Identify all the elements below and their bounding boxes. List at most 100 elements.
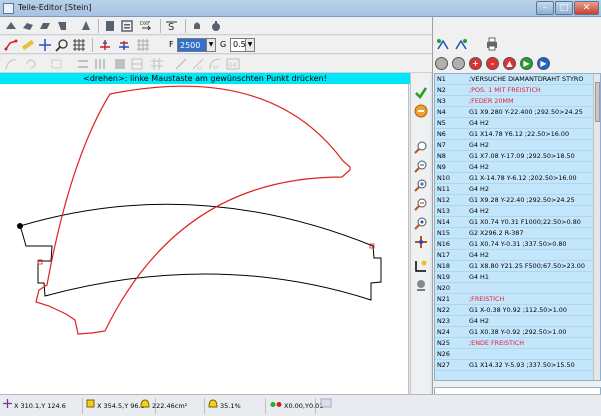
nc-code-row[interactable]: N15 G2 X296.2 R-387 bbox=[435, 228, 595, 239]
play-forward-icon[interactable]: ▶ bbox=[520, 57, 533, 70]
select-rect-icon[interactable] bbox=[50, 57, 64, 71]
close-button[interactable]: ✕ bbox=[574, 1, 599, 15]
start-point-marker bbox=[17, 223, 23, 229]
nc-code-row[interactable]: N10 G1 X-14.78 Y-6.12 ;202.50>16.00 bbox=[435, 173, 595, 184]
nc-code-row[interactable]: N26 bbox=[435, 349, 595, 360]
line-icon[interactable] bbox=[174, 57, 188, 71]
nc-code-row[interactable]: N13 G4 H2 bbox=[435, 206, 595, 217]
nc-code-row[interactable]: N4 G1 X9.280 Y-22.400 ;292.50>24.25 bbox=[435, 107, 595, 118]
layout-icon[interactable] bbox=[130, 57, 144, 71]
clipboard-icon[interactable] bbox=[120, 19, 134, 33]
nc-code-row[interactable]: N24 G1 X0.38 Y-0.92 ;292.50>1.00 bbox=[435, 327, 595, 338]
nc-code-row[interactable]: N11 G4 H2 bbox=[435, 184, 595, 195]
nc-code-row[interactable]: N27 G1 X14.32 Y-5.93 ;337.50>15.50 bbox=[435, 360, 595, 371]
nc-line-number: N7 bbox=[437, 141, 446, 149]
polyline-icon[interactable] bbox=[4, 38, 18, 52]
part-shape-icon[interactable] bbox=[38, 19, 52, 33]
nc-code-row[interactable]: N8 G1 X7.08 Y-17.09 ;292.50>18.50 bbox=[435, 151, 595, 162]
nc-line-number: N3 bbox=[437, 97, 446, 105]
stop-circle-icon[interactable] bbox=[435, 57, 448, 70]
step-forward-icon[interactable]: ▶ bbox=[537, 57, 550, 70]
new-part-icon[interactable] bbox=[4, 19, 18, 33]
print-icon[interactable] bbox=[485, 37, 499, 51]
feed-dropdown-icon[interactable]: ▼ bbox=[206, 38, 216, 52]
delete-line-icon[interactable]: – bbox=[486, 57, 499, 70]
grid-icon[interactable] bbox=[72, 38, 86, 52]
axis-origin-icon[interactable] bbox=[98, 38, 112, 52]
nc-scroll-thumb[interactable] bbox=[595, 82, 600, 122]
resize-grip-icon bbox=[320, 398, 334, 414]
grid-small-icon[interactable] bbox=[150, 57, 164, 71]
nc-code-row[interactable]: N25 ;ENDE FREISTICH bbox=[435, 338, 595, 349]
rotate-icon[interactable] bbox=[24, 57, 38, 71]
nc-command-text: G4 H2 bbox=[469, 163, 489, 171]
nc-code-row[interactable]: N23 G4 H2 bbox=[435, 316, 595, 327]
pan-icon[interactable] bbox=[414, 235, 428, 249]
nc-code-row[interactable]: N21 ;FREISTICH bbox=[435, 294, 595, 305]
zoom-point-icon[interactable] bbox=[55, 38, 69, 52]
ruler-icon[interactable] bbox=[21, 38, 35, 52]
cut-icon[interactable] bbox=[103, 19, 117, 33]
nc-code-row[interactable]: N3 ;FEDER 20MM bbox=[435, 96, 595, 107]
zoom-fit-icon[interactable] bbox=[414, 178, 428, 192]
nc-toolbar bbox=[433, 17, 601, 55]
minimize-button[interactable]: – bbox=[536, 1, 554, 15]
nc-code-row[interactable]: N19 G4 H1 bbox=[435, 272, 595, 283]
nc-line-number: N18 bbox=[437, 262, 450, 270]
nc-code-row[interactable]: N6 G1 X14.78 Y6.12 ;22.50>16.00 bbox=[435, 129, 595, 140]
line-up-icon[interactable]: ▲ bbox=[503, 57, 516, 70]
bars-icon[interactable] bbox=[93, 57, 107, 71]
nc-list-scrollbar[interactable] bbox=[593, 74, 600, 380]
path-edit-icon[interactable] bbox=[4, 57, 18, 71]
maximize-button[interactable]: □ bbox=[555, 1, 573, 15]
grid-disabled-icon[interactable] bbox=[136, 38, 150, 52]
nc-insert-icon[interactable] bbox=[454, 37, 468, 51]
align-icon[interactable] bbox=[76, 57, 90, 71]
export-dxf-icon[interactable]: DXF bbox=[140, 19, 154, 33]
zoom-in-icon[interactable] bbox=[414, 140, 428, 154]
nc-code-row[interactable]: N16 G1 X0.74 Y-0.31 ;337.50>0.80 bbox=[435, 239, 595, 250]
nc-code-row[interactable]: N12 G1 X9.28 Y-22.40 ;292.50>24.25 bbox=[435, 195, 595, 206]
g-select[interactable]: 0.5 bbox=[230, 38, 246, 52]
measure-angle-icon[interactable] bbox=[414, 259, 428, 273]
zoom-all-icon[interactable] bbox=[414, 216, 428, 230]
zoom-window-icon[interactable] bbox=[414, 159, 428, 173]
nc-line-number: N10 bbox=[437, 174, 450, 182]
g-dropdown-icon[interactable]: ▼ bbox=[245, 38, 255, 52]
mirror-xy-icon[interactable]: XY bbox=[191, 57, 205, 71]
part-rotate-icon[interactable] bbox=[55, 19, 69, 33]
nc-line-number: N22 bbox=[437, 306, 450, 314]
nc-code-row[interactable]: N7 G4 H2 bbox=[435, 140, 595, 151]
nc-add-icon[interactable] bbox=[436, 37, 450, 51]
crosshair-icon[interactable] bbox=[38, 38, 52, 52]
nc-code-row[interactable]: N2 ;POS. 1 MIT FREISTICH bbox=[435, 85, 595, 96]
add-line-icon[interactable]: + bbox=[469, 57, 482, 70]
title-bar: Teile-Editor [Stein] – □ ✕ bbox=[0, 0, 601, 17]
g4-icon[interactable]: G4 bbox=[226, 57, 240, 71]
pause-circle-icon[interactable] bbox=[452, 57, 465, 70]
part-drawing[interactable] bbox=[0, 84, 409, 394]
nc-code-row[interactable]: N9 G4 H2 bbox=[435, 162, 595, 173]
cancel-icon[interactable] bbox=[414, 104, 428, 118]
accept-check-icon[interactable] bbox=[414, 86, 428, 100]
arc-xy-icon[interactable]: XY bbox=[208, 57, 222, 71]
open-part-icon[interactable] bbox=[21, 19, 35, 33]
nc-code-row[interactable]: N22 G1 X-0.38 Y0.92 ;112.50>1.00 bbox=[435, 305, 595, 316]
nc-code-row[interactable]: N17 G4 H2 bbox=[435, 250, 595, 261]
nc-code-row[interactable]: N1 ;VERSUCHE DIAMANTDRAHT STYRO bbox=[435, 74, 595, 85]
weight-icon[interactable] bbox=[209, 19, 223, 33]
area-status-icon bbox=[140, 398, 150, 414]
nc-code-row[interactable]: N14 G1 X0.74 Y0.31 F1000;22.50>0.80 bbox=[435, 217, 595, 228]
bell-icon[interactable] bbox=[190, 19, 204, 33]
zoom-out-icon[interactable] bbox=[414, 197, 428, 211]
drawing-canvas[interactable] bbox=[0, 84, 409, 394]
point-info-icon[interactable] bbox=[414, 278, 428, 292]
nc-code-row[interactable]: N18 G1 X8.80 Y21.25 F500;67.50>23.00 bbox=[435, 261, 595, 272]
nc-code-list[interactable]: N27 G1 X14.32 Y-5.93 ;337.50>15.50 N26 N25;… bbox=[434, 73, 601, 381]
snap-axis-icon[interactable] bbox=[117, 38, 131, 52]
mirror-icon[interactable] bbox=[79, 19, 93, 33]
nc-code-row[interactable]: N20 bbox=[435, 283, 595, 294]
nc-code-row[interactable]: N5 G4 H2 bbox=[435, 118, 595, 129]
swap-direction-icon[interactable]: S bbox=[165, 19, 179, 33]
block-icon[interactable] bbox=[113, 57, 127, 71]
